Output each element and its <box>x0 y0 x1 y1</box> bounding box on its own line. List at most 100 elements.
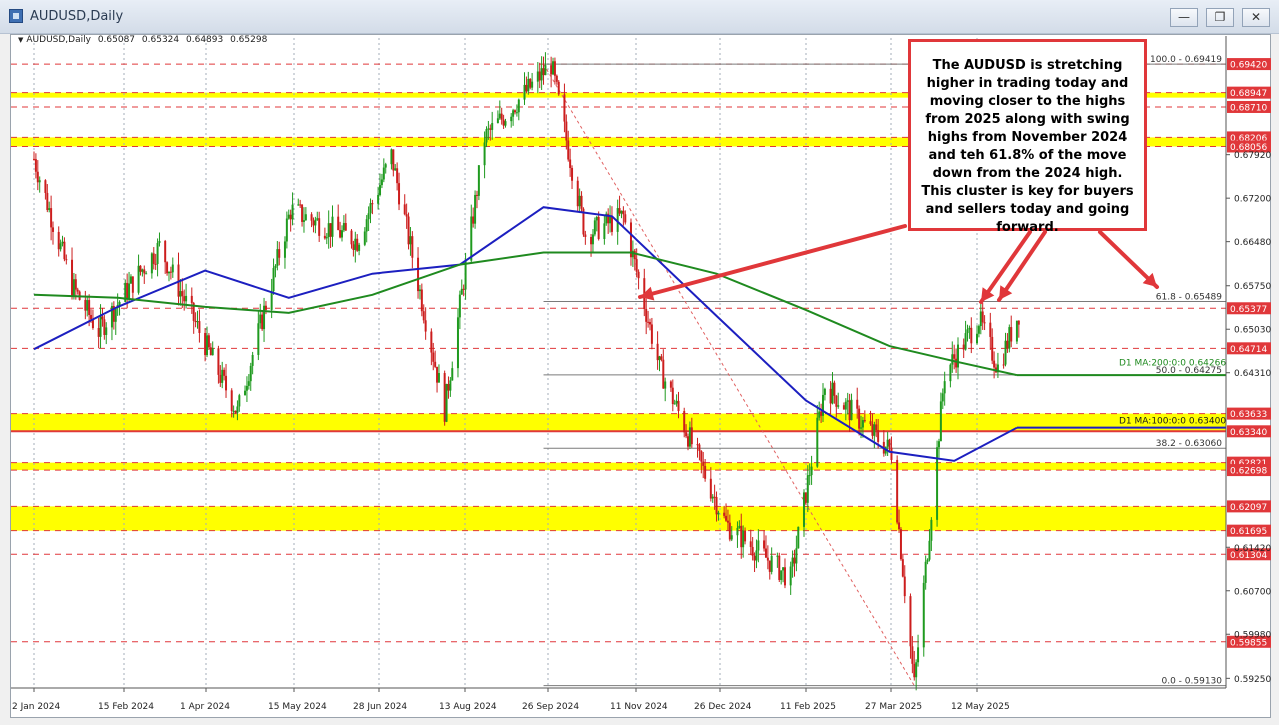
candle-body <box>791 557 794 567</box>
candle-body <box>48 208 51 211</box>
candle-body <box>590 236 593 245</box>
candle-body <box>337 216 340 231</box>
candle-body <box>749 541 752 547</box>
level-price-label: 0.69420 <box>1230 61 1267 71</box>
candle-body <box>1015 320 1018 342</box>
candle-body <box>36 171 39 183</box>
candle-body <box>696 444 699 446</box>
candle-body <box>342 223 345 231</box>
candle-body <box>154 263 157 265</box>
candle-body <box>150 253 153 274</box>
candle-body <box>181 291 184 297</box>
candle-body <box>764 548 767 558</box>
candle-body <box>930 519 933 541</box>
candle-body <box>567 140 570 160</box>
candle-body <box>430 331 433 353</box>
candle-body <box>464 260 467 290</box>
candle-body <box>571 167 574 181</box>
candle-body <box>782 567 785 571</box>
candle-body <box>698 444 701 451</box>
candle-body <box>717 512 720 515</box>
candle-body <box>955 358 958 368</box>
candle-body <box>850 399 853 421</box>
candle-body <box>553 61 556 76</box>
candle-body <box>409 236 412 245</box>
candle-body <box>143 269 146 274</box>
candle-body <box>1006 340 1009 349</box>
candle-body <box>810 466 813 476</box>
fib-level-label: 61.8 - 0.65489 <box>1156 293 1222 303</box>
candle-body <box>398 183 401 205</box>
candle-body <box>595 216 598 221</box>
candle-body <box>565 121 568 141</box>
candle-body <box>922 582 925 648</box>
candle-body <box>808 475 811 477</box>
candle-body <box>886 439 889 447</box>
candle-body <box>979 311 982 327</box>
date-tick-label: 26 Dec 2024 <box>694 702 752 712</box>
candle-body <box>118 301 121 305</box>
candle-body <box>158 240 161 243</box>
candle-body <box>715 497 718 515</box>
candle-body <box>141 269 144 272</box>
low-price: 0.64893 <box>186 35 224 45</box>
candle-body <box>822 394 825 416</box>
candle-body <box>877 429 880 442</box>
candle-body <box>848 400 851 421</box>
candle-body <box>460 288 463 295</box>
candle-body <box>261 314 264 330</box>
candle-body <box>569 159 572 168</box>
candle-body <box>207 335 210 348</box>
candle-body <box>52 227 55 232</box>
candle-body <box>829 388 832 404</box>
candle-body <box>46 192 49 211</box>
candle-body <box>744 530 747 542</box>
candle-body <box>325 237 328 239</box>
candle-body <box>396 168 399 184</box>
candle-body <box>350 230 353 245</box>
candle-body <box>757 540 760 551</box>
candle-body <box>456 317 459 369</box>
candle-body <box>671 387 674 405</box>
candle-body <box>382 167 385 180</box>
fib-level-label: 0.0 - 0.59130 <box>1162 677 1223 687</box>
high-price: 0.65324 <box>141 35 180 45</box>
candle-body <box>704 465 707 479</box>
candle-body <box>869 421 872 425</box>
candle-body <box>434 361 437 367</box>
candle-body <box>458 294 461 318</box>
candle-body <box>831 382 834 404</box>
candle-body <box>312 220 315 226</box>
candle-body <box>702 461 705 466</box>
candle-body <box>219 374 222 383</box>
candle-body <box>238 395 241 407</box>
candle-body <box>730 535 733 540</box>
candle-body <box>1002 364 1005 366</box>
candle-body <box>580 195 583 209</box>
candle-body <box>563 94 566 122</box>
candle-body <box>593 220 596 235</box>
candle-body <box>97 328 100 337</box>
candle-body <box>951 354 954 365</box>
candle-body <box>390 149 393 165</box>
candle-body <box>424 320 427 332</box>
dropdown-triangle-icon[interactable]: ▼ <box>18 36 23 44</box>
candle-body <box>363 231 366 245</box>
candle-body <box>489 128 492 130</box>
candle-body <box>552 61 555 75</box>
candle-body <box>59 243 62 250</box>
candle-body <box>232 410 235 412</box>
candle-body <box>768 560 771 572</box>
candle-body <box>462 288 465 290</box>
candle-body <box>844 401 847 410</box>
candle-body <box>512 110 515 117</box>
candle-body <box>527 78 530 92</box>
candle-body <box>487 128 490 130</box>
candle-body <box>517 99 520 113</box>
candle-body <box>257 323 260 355</box>
candle-body <box>206 335 209 356</box>
candle-body <box>557 81 560 95</box>
callout-arrow <box>638 224 907 299</box>
candle-body <box>327 223 330 238</box>
price-tick-label: 0.66480 <box>1234 238 1271 248</box>
